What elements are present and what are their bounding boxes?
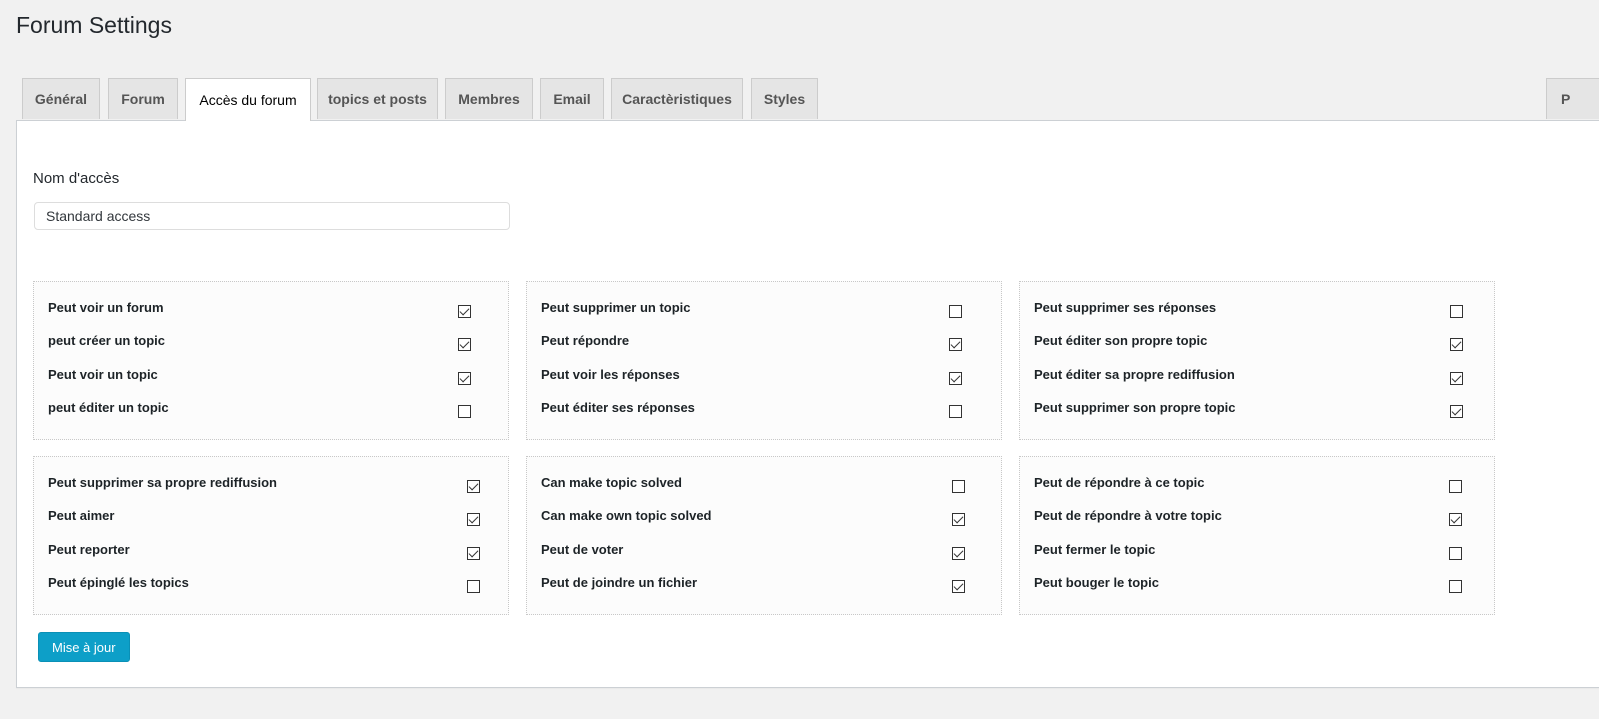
permission-group: Peut supprimer ses réponses Peut éditer s… — [1019, 281, 1495, 440]
permission-checkbox[interactable] — [1450, 338, 1463, 351]
tab-members[interactable]: Membres — [445, 78, 533, 119]
permission-label: Peut voir les réponses — [541, 367, 680, 382]
permission-group: Peut voir un forum peut créer un topic Peu… — [33, 281, 509, 440]
permission-label: Peut répondre — [541, 333, 630, 348]
permission-label: Peut de joindre un fichier — [541, 575, 698, 590]
tab-forum[interactable]: Forum — [108, 78, 178, 119]
permission-checkbox[interactable] — [467, 580, 480, 593]
tab-forum-access[interactable]: Accès du forum — [185, 78, 311, 121]
permission-checkbox[interactable] — [1449, 547, 1462, 560]
permission-row: Peut voir un topic — [34, 367, 508, 391]
permission-label: Peut voir un topic — [48, 367, 158, 382]
permission-row: Peut supprimer son propre topic — [1020, 400, 1494, 424]
permission-checkbox[interactable] — [467, 547, 480, 560]
permission-label: Peut éditer ses réponses — [541, 400, 695, 415]
permission-label: Peut épinglé les topics — [48, 575, 189, 590]
settings-panel: Nom d'accès Peut voir un forum peut créer… — [16, 120, 1599, 688]
permission-row: Peut de voter — [527, 542, 1001, 566]
tab-general[interactable]: Général — [22, 78, 100, 119]
permission-row: Peut bouger le topic — [1020, 575, 1494, 599]
permission-checkbox[interactable] — [1449, 513, 1462, 526]
permission-checkbox[interactable] — [949, 372, 962, 385]
permission-checkbox[interactable] — [458, 405, 471, 418]
permission-group: Peut supprimer sa propre rediffusion Peut… — [33, 456, 509, 615]
permission-label: Peut supprimer sa propre rediffusion — [48, 475, 277, 490]
access-name-input[interactable] — [34, 202, 510, 230]
permission-label: Peut aimer — [48, 508, 115, 523]
tab-topics-posts[interactable]: topics et posts — [317, 78, 438, 119]
permission-row: Peut répondre — [527, 333, 1001, 357]
permission-row: Peut voir un forum — [34, 300, 508, 324]
permission-checkbox[interactable] — [467, 513, 480, 526]
permission-label: Peut bouger le topic — [1034, 575, 1159, 590]
permission-row: Peut aimer — [34, 508, 508, 532]
permission-row: Peut supprimer sa propre rediffusion — [34, 475, 508, 499]
permission-label: Peut supprimer un topic — [541, 300, 691, 315]
permission-checkbox[interactable] — [952, 547, 965, 560]
permission-row: Peut reporter — [34, 542, 508, 566]
access-name-label: Nom d'accès — [33, 170, 120, 187]
permission-row: Peut épinglé les topics — [34, 575, 508, 599]
permission-row: Peut fermer le topic — [1020, 542, 1494, 566]
permission-label: Can make own topic solved — [541, 508, 712, 523]
permission-row: peut créer un topic — [34, 333, 508, 357]
permission-checkbox[interactable] — [952, 513, 965, 526]
permission-label: Peut de répondre à ce topic — [1034, 475, 1205, 490]
page-title: Forum Settings — [16, 12, 172, 38]
permission-row: Peut éditer sa propre rediffusion — [1020, 367, 1494, 391]
permission-checkbox[interactable] — [1449, 480, 1462, 493]
permission-group: Can make topic solved Can make own topic … — [526, 456, 1002, 615]
permission-row: Peut supprimer ses réponses — [1020, 300, 1494, 324]
tab-features[interactable]: Caractèristiques — [611, 78, 743, 119]
permission-label: Peut reporter — [48, 542, 130, 557]
permission-label: Peut éditer son propre topic — [1034, 333, 1208, 348]
permission-checkbox[interactable] — [952, 480, 965, 493]
permission-label: peut éditer un topic — [48, 400, 169, 415]
permission-checkbox[interactable] — [949, 305, 962, 318]
permission-checkbox[interactable] — [458, 372, 471, 385]
permission-checkbox[interactable] — [467, 480, 480, 493]
permission-checkbox[interactable] — [949, 405, 962, 418]
permission-label: Peut supprimer son propre topic — [1034, 400, 1236, 415]
permission-row: peut éditer un topic — [34, 400, 508, 424]
permission-row: Peut éditer son propre topic — [1020, 333, 1494, 357]
permission-label: Peut voir un forum — [48, 300, 164, 315]
permission-checkbox[interactable] — [1450, 372, 1463, 385]
permission-row: Peut de répondre à votre topic — [1020, 508, 1494, 532]
permission-checkbox[interactable] — [1449, 580, 1462, 593]
permission-group: Peut supprimer un topic Peut répondre Peut… — [526, 281, 1002, 440]
permission-checkbox[interactable] — [458, 338, 471, 351]
permission-checkbox[interactable] — [1450, 405, 1463, 418]
permission-row: Peut éditer ses réponses — [527, 400, 1001, 424]
permission-checkbox[interactable] — [952, 580, 965, 593]
permission-row: Peut supprimer un topic — [527, 300, 1001, 324]
permission-checkbox[interactable] — [949, 338, 962, 351]
tab-styles[interactable]: Styles — [751, 78, 818, 119]
permission-label: Peut supprimer ses réponses — [1034, 300, 1217, 315]
permission-label: Peut éditer sa propre rediffusion — [1034, 367, 1235, 382]
update-button[interactable]: Mise à jour — [38, 632, 130, 662]
permission-row: Peut de répondre à ce topic — [1020, 475, 1494, 499]
permission-row: Peut de joindre un fichier — [527, 575, 1001, 599]
permission-label: Can make topic solved — [541, 475, 682, 490]
permission-checkbox[interactable] — [458, 305, 471, 318]
permission-row: Peut voir les réponses — [527, 367, 1001, 391]
tab-overflow[interactable]: P — [1546, 78, 1599, 119]
permission-label: Peut de voter — [541, 542, 624, 557]
tab-email[interactable]: Email — [540, 78, 604, 119]
permission-label: Peut fermer le topic — [1034, 542, 1156, 557]
permission-row: Can make own topic solved — [527, 508, 1001, 532]
permission-row: Can make topic solved — [527, 475, 1001, 499]
permission-checkbox[interactable] — [1450, 305, 1463, 318]
permission-label: peut créer un topic — [48, 333, 166, 348]
permission-group: Peut de répondre à ce topic Peut de répon… — [1019, 456, 1495, 615]
permission-label: Peut de répondre à votre topic — [1034, 508, 1222, 523]
